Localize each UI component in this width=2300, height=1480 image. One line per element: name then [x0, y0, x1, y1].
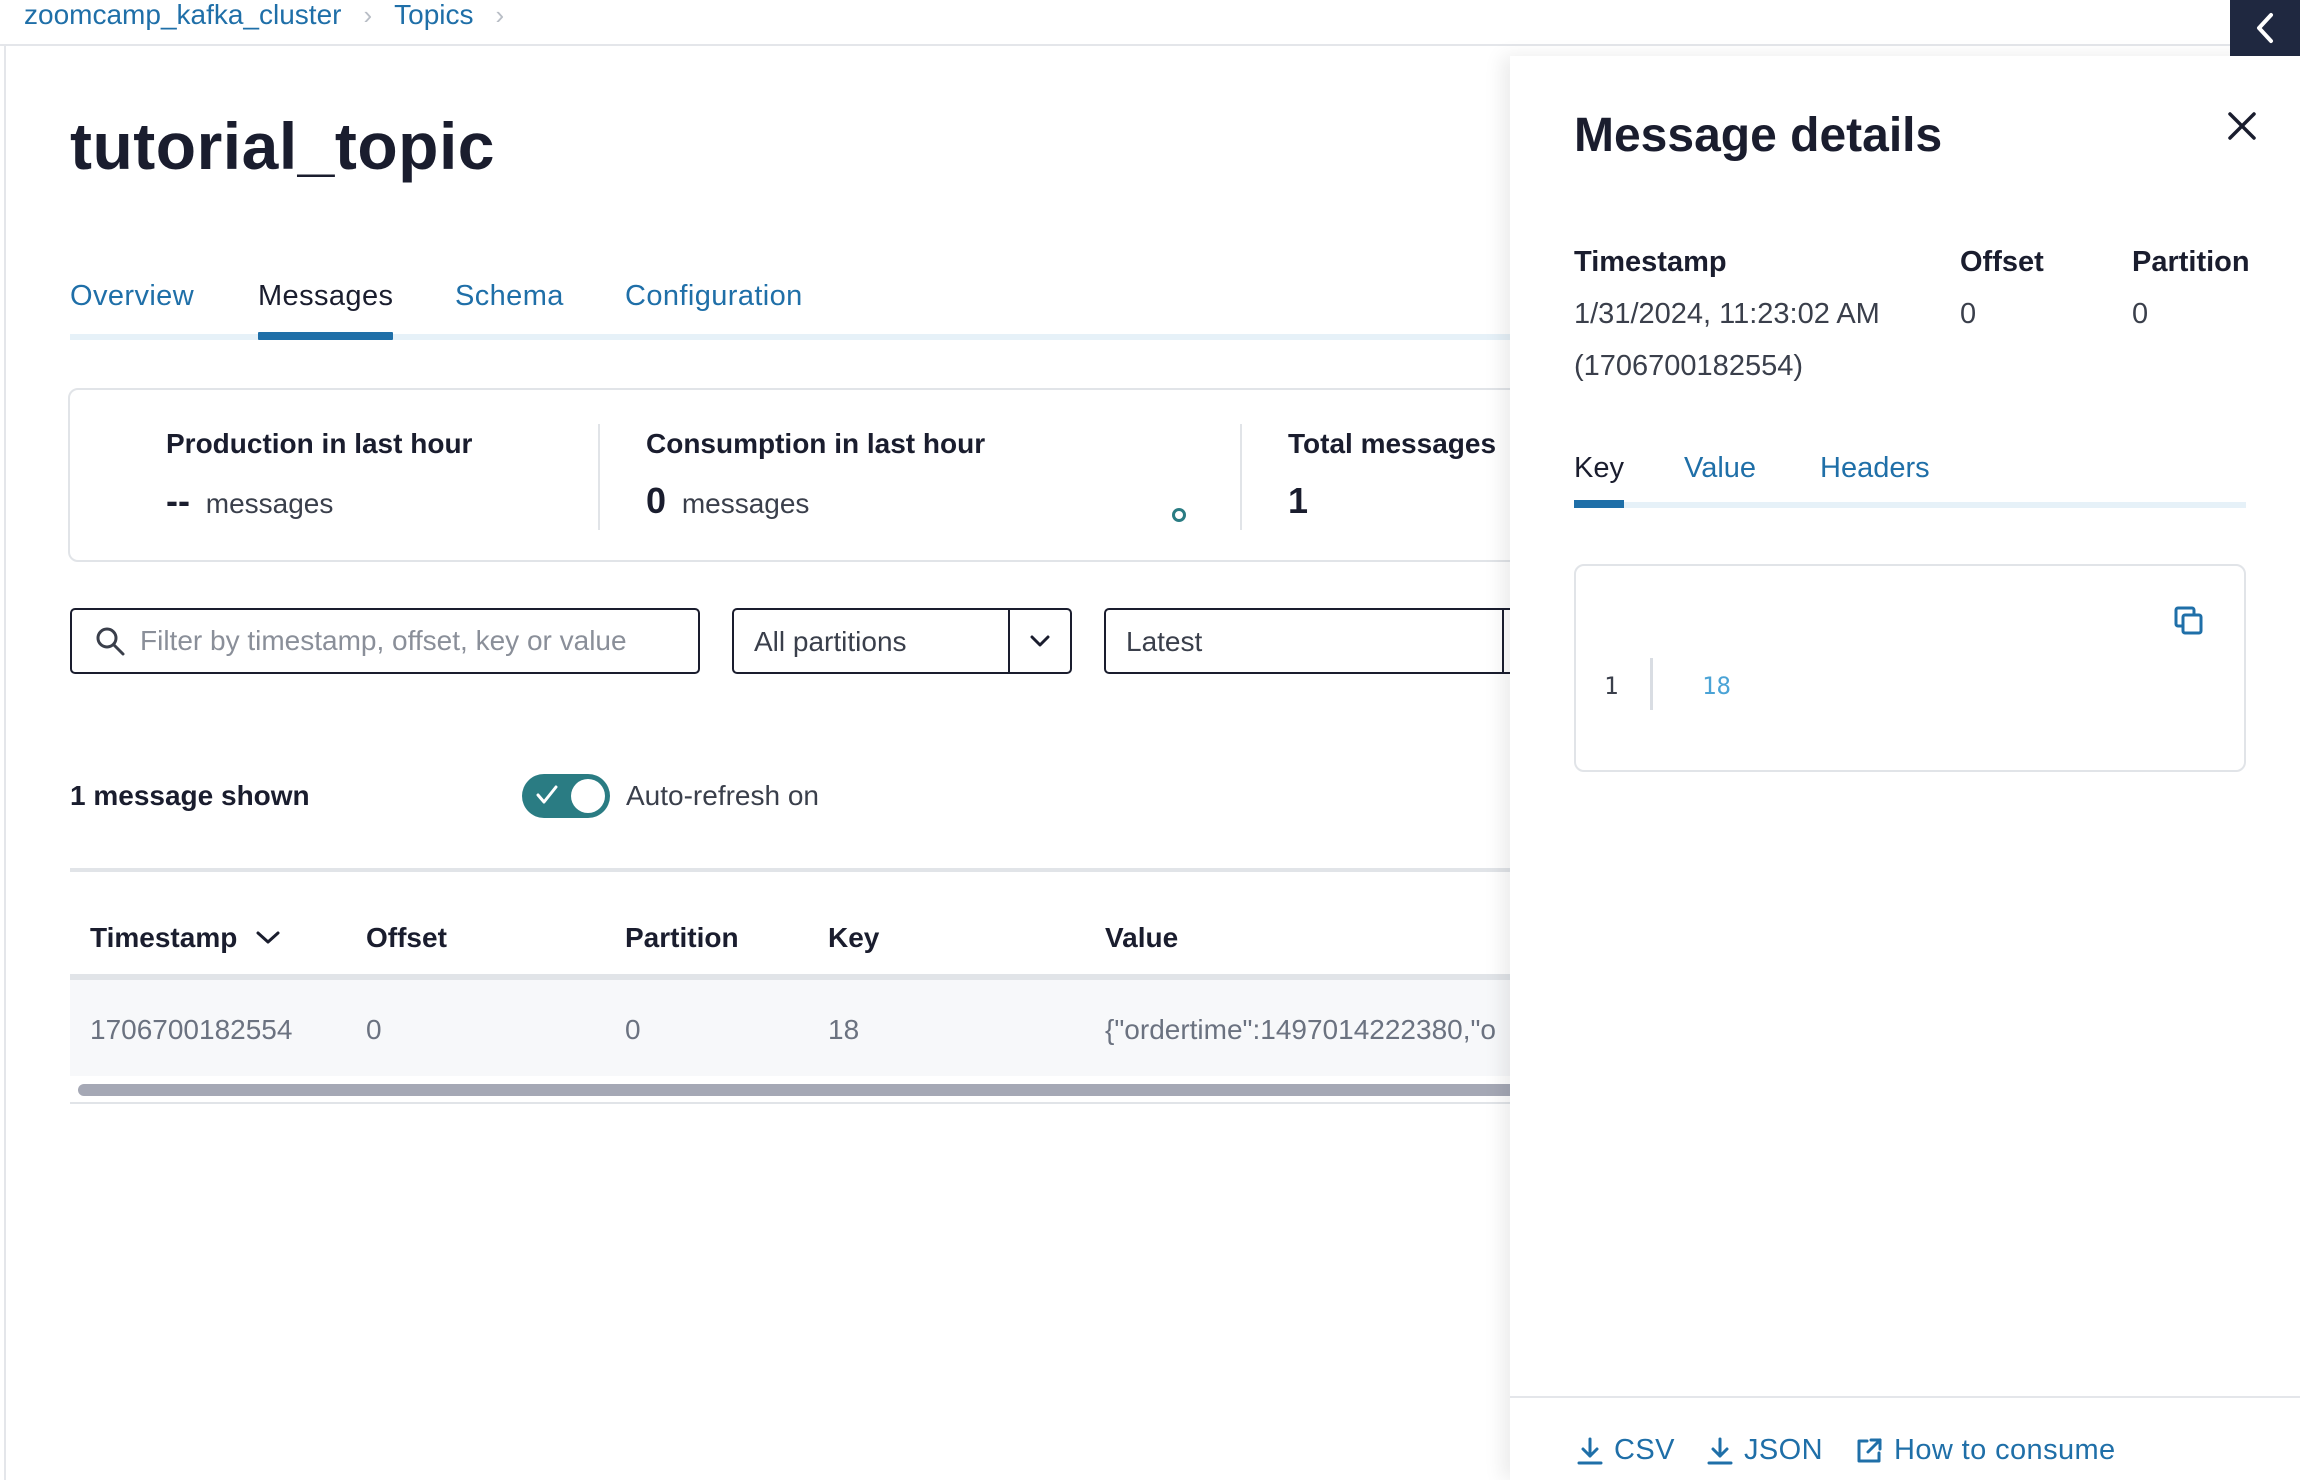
tab-configuration[interactable]: Configuration — [625, 270, 803, 340]
auto-refresh-toggle[interactable] — [522, 774, 610, 818]
timestamp-value: 1/31/2024, 11:23:02 AM — [1574, 298, 1880, 330]
stat-consumption-value: 0 — [646, 480, 667, 521]
column-header-key: Key — [828, 922, 880, 953]
breadcrumb-topics-link[interactable]: Topics — [394, 0, 473, 31]
breadcrumb-cluster-link[interactable]: zoomcamp_kafka_cluster — [24, 0, 341, 31]
offset-value: 0 — [1960, 298, 1977, 330]
copy-icon[interactable] — [2172, 604, 2206, 638]
message-details-drawer: Message details Timestamp 1/31/2024, 11:… — [1510, 56, 2300, 1480]
search-icon — [96, 627, 125, 656]
cell-offset: 0 — [366, 1014, 382, 1045]
close-icon — [2228, 112, 2256, 140]
stat-consumption-unit: messages — [681, 488, 810, 519]
stat-production: Production in last hour -- messages — [166, 428, 472, 522]
download-csv-label: CSV — [1614, 1434, 1675, 1466]
topic-tabs: Overview Messages Schema Configuration — [70, 270, 1510, 340]
column-header-partition: Partition — [625, 922, 739, 953]
column-header-value: Value — [1105, 922, 1179, 953]
stat-production-label: Production in last hour — [166, 428, 473, 459]
stat-total-label: Total messages — [1288, 428, 1497, 459]
stat-divider — [598, 424, 600, 530]
stat-total: Total messages 1 — [1288, 428, 1496, 522]
timestamp-label: Timestamp — [1574, 246, 1727, 278]
stat-consumption-label: Consumption in last hour — [646, 428, 986, 459]
line-number: 1 — [1604, 672, 1619, 700]
tab-value[interactable]: Value — [1684, 448, 1756, 508]
status-dot-icon — [1172, 508, 1186, 522]
close-button[interactable] — [2220, 104, 2264, 148]
stat-production-unit: messages — [205, 488, 334, 519]
column-header-timestamp[interactable]: Timestamp — [90, 922, 281, 954]
tab-overview[interactable]: Overview — [70, 270, 194, 340]
code-viewer: 1 18 — [1574, 564, 2246, 772]
download-icon — [1707, 1437, 1733, 1464]
stat-divider — [1240, 424, 1242, 530]
search-input[interactable] — [140, 625, 680, 657]
tab-key[interactable]: Key — [1574, 448, 1624, 508]
tab-schema[interactable]: Schema — [455, 270, 564, 340]
column-header-offset: Offset — [366, 922, 447, 953]
tab-messages[interactable]: Messages — [258, 270, 394, 340]
how-to-consume-link[interactable]: How to consume — [1854, 1434, 2116, 1467]
chevron-left-icon — [2257, 13, 2273, 43]
auto-refresh-label: Auto-refresh on — [626, 780, 819, 811]
stat-production-value-row: -- messages — [166, 480, 472, 522]
code-gutter — [1650, 658, 1653, 710]
stat-total-value: 1 — [1288, 480, 1309, 521]
partition-value: 0 — [2132, 298, 2149, 330]
collapse-panel-button[interactable] — [2230, 0, 2300, 56]
breadcrumb: zoomcamp_kafka_cluster › Topics › — [24, 0, 504, 30]
select-divider — [1502, 610, 1504, 672]
cell-timestamp: 1706700182554 — [90, 1014, 293, 1045]
horizontal-scrollbar[interactable] — [70, 1076, 1550, 1104]
partitions-select[interactable]: All partitions — [732, 608, 1072, 674]
offset-mode-value: Latest — [1126, 626, 1203, 657]
code-content: 18 — [1702, 672, 1731, 700]
download-json-button[interactable]: JSON — [1706, 1434, 1823, 1467]
cell-key: 18 — [828, 1014, 860, 1045]
partitions-dropdown-button[interactable] — [1008, 610, 1070, 672]
stats-card: Production in last hour -- messages Cons… — [68, 388, 1548, 562]
chevron-right-icon: › — [363, 0, 373, 30]
tab-headers[interactable]: Headers — [1820, 448, 1930, 508]
search-field — [70, 608, 700, 674]
stat-production-value: -- — [166, 480, 190, 521]
sort-descending-icon[interactable] — [255, 930, 281, 946]
messages-shown-count: 1 message shown — [70, 780, 310, 811]
table-top-border — [70, 868, 1550, 872]
page-title: tutorial_topic — [70, 109, 496, 183]
drawer-title: Message details — [1574, 109, 1943, 162]
drawer-footer-divider — [1510, 1396, 2300, 1398]
how-to-consume-label: How to consume — [1894, 1434, 2116, 1466]
scrollbar-thumb[interactable] — [78, 1084, 1550, 1096]
partition-label: Partition — [2132, 246, 2250, 278]
stat-consumption-value-row: 0 messages — [646, 480, 985, 522]
stat-consumption: Consumption in last hour 0 messages — [646, 428, 985, 522]
download-json-label: JSON — [1744, 1434, 1823, 1466]
offset-mode-select[interactable]: Latest — [1104, 608, 1544, 674]
column-header-timestamp-label: Timestamp — [90, 922, 238, 953]
timestamp-epoch: (1706700182554) — [1574, 350, 1803, 382]
toggle-knob — [571, 779, 605, 813]
stat-total-value-row: 1 — [1288, 480, 1496, 522]
sidebar-divider — [4, 46, 6, 1480]
download-csv-button[interactable]: CSV — [1576, 1434, 1675, 1467]
external-link-icon — [1857, 1438, 1882, 1462]
download-icon — [1577, 1437, 1603, 1464]
chevron-down-icon — [1030, 635, 1050, 647]
partitions-select-value: All partitions — [754, 626, 907, 657]
cell-value: {"ordertime":1497014222380,"o — [1105, 1014, 1497, 1045]
check-icon — [536, 785, 558, 804]
cell-partition: 0 — [625, 1014, 641, 1045]
offset-label: Offset — [1960, 246, 2044, 278]
drawer-tabs: Key Value Headers — [1574, 448, 2246, 508]
chevron-right-icon: › — [495, 0, 505, 30]
header-divider — [0, 44, 2300, 46]
